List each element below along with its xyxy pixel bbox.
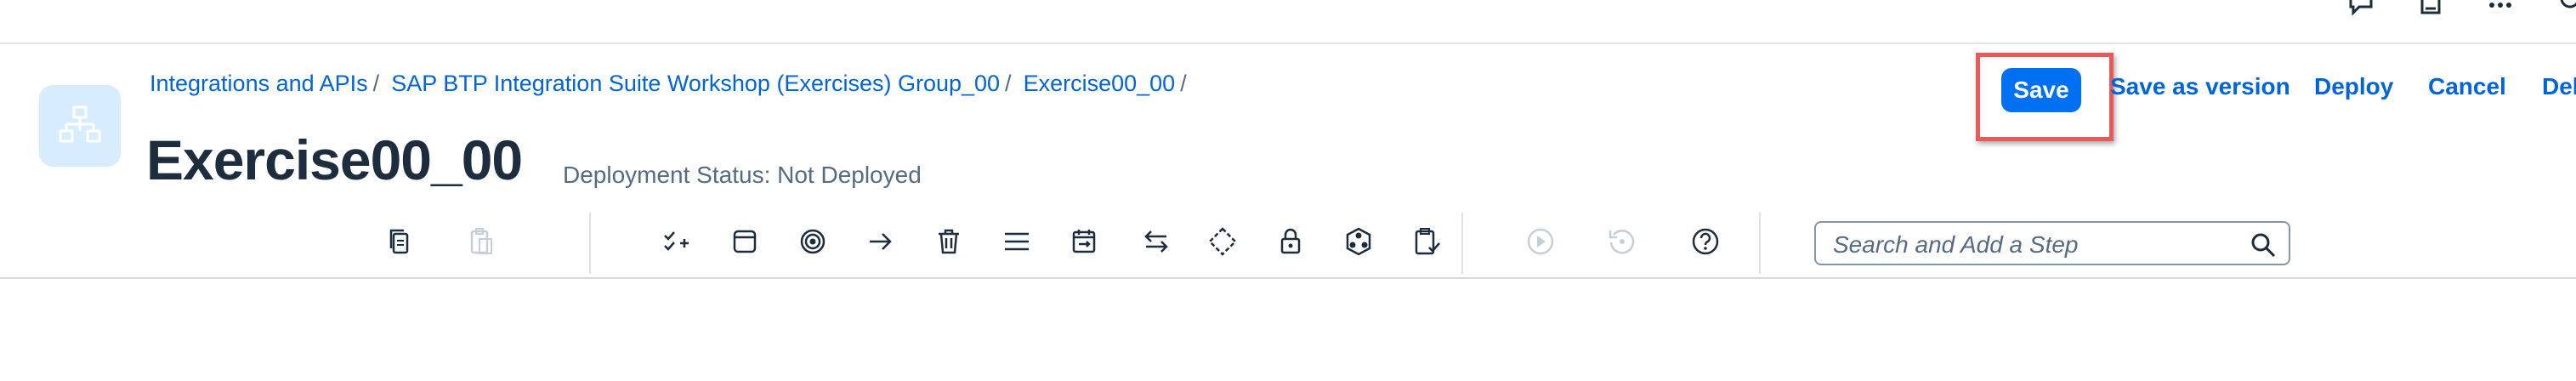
app-grid-icon[interactable] bbox=[2486, 0, 2515, 17]
shell-bar bbox=[0, 0, 2576, 44]
breadcrumb-link-integrations[interactable]: Integrations and APIs bbox=[150, 71, 368, 97]
breadcrumb-separator: / bbox=[372, 70, 380, 96]
paste-icon[interactable] bbox=[462, 223, 500, 260]
delete-button[interactable]: Del bbox=[2542, 73, 2576, 100]
toolbar-separator bbox=[1461, 213, 1463, 274]
notes-icon[interactable] bbox=[2416, 0, 2445, 17]
page-title: Exercise00_00 bbox=[146, 128, 523, 191]
target-icon[interactable] bbox=[794, 223, 831, 260]
step-search-field bbox=[1814, 221, 2290, 265]
breadcrumb-link-artifact[interactable]: Exercise00_00 bbox=[1024, 71, 1176, 97]
breadcrumb-link-package[interactable]: SAP BTP Integration Suite Workshop (Exer… bbox=[391, 71, 1000, 97]
reset-icon[interactable] bbox=[1603, 223, 1641, 260]
save-as-version-button[interactable]: Save as version bbox=[2110, 73, 2290, 100]
lock-icon[interactable] bbox=[1272, 223, 1309, 260]
breadcrumb-separator: / bbox=[1180, 70, 1187, 96]
deployment-status: Deployment Status: Not Deployed bbox=[563, 162, 922, 188]
save-button[interactable]: Save bbox=[2001, 68, 2081, 112]
validate-icon[interactable] bbox=[1408, 223, 1445, 260]
search-icon[interactable] bbox=[2250, 231, 2277, 259]
gateway-icon[interactable] bbox=[1204, 223, 1241, 260]
deploy-button[interactable]: Deploy bbox=[2314, 73, 2393, 100]
toolbar-separator bbox=[1759, 213, 1761, 274]
user-icon[interactable] bbox=[2556, 0, 2576, 17]
menu-icon[interactable] bbox=[998, 223, 1036, 260]
integration-flow-editor: Integrations and APIs / SAP BTP Integrat… bbox=[0, 0, 2576, 381]
integration-flow-app-icon bbox=[39, 85, 121, 167]
arrow-right-icon[interactable] bbox=[862, 223, 899, 260]
toolbar-separator bbox=[589, 213, 591, 274]
breadcrumb: Integrations and APIs / SAP BTP Integrat… bbox=[150, 68, 1199, 99]
breadcrumb-separator: / bbox=[1005, 70, 1012, 96]
message-icon[interactable] bbox=[726, 223, 763, 260]
step-search-input[interactable] bbox=[1831, 230, 2226, 260]
swap-icon[interactable] bbox=[1138, 223, 1175, 260]
schedule-icon[interactable] bbox=[1066, 223, 1104, 260]
add-task-icon[interactable] bbox=[658, 223, 695, 260]
process-icon[interactable] bbox=[1340, 223, 1377, 260]
help-icon[interactable] bbox=[1687, 223, 1724, 260]
delete-icon[interactable] bbox=[930, 223, 967, 260]
feedback-icon[interactable] bbox=[2346, 0, 2375, 17]
palette-toolbar bbox=[0, 206, 2576, 279]
cancel-button[interactable]: Cancel bbox=[2428, 73, 2506, 100]
play-icon[interactable] bbox=[1522, 223, 1559, 260]
copy-icon[interactable] bbox=[381, 223, 418, 260]
